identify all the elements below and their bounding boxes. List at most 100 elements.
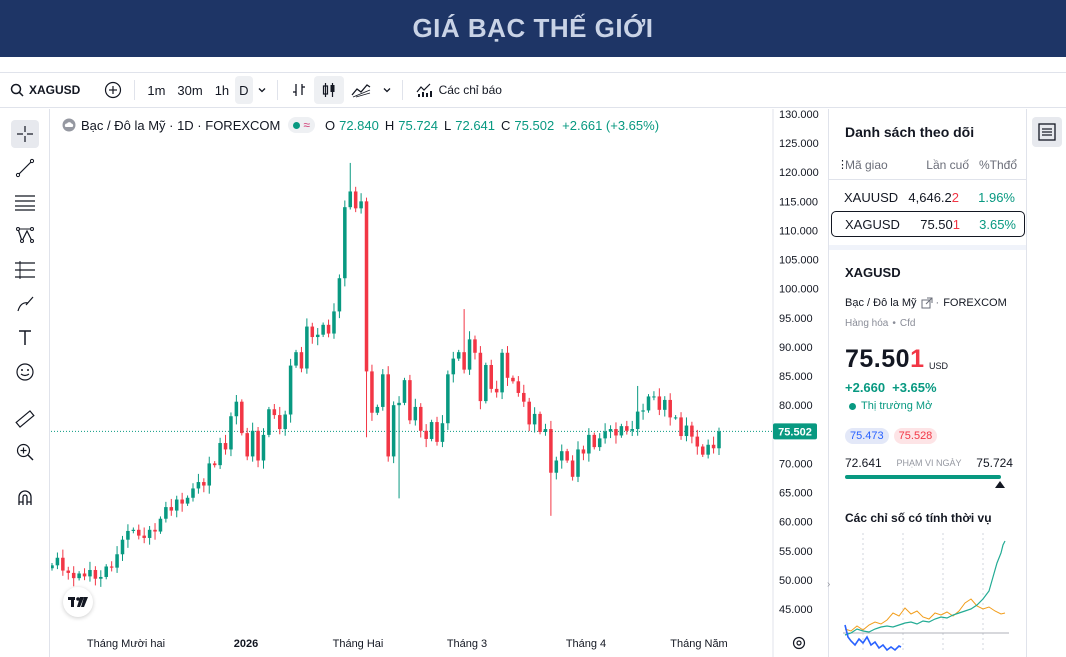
text-tool[interactable]: [11, 324, 39, 352]
candle: [353, 191, 358, 209]
divider: [401, 80, 403, 100]
y-tick-label: 110.000: [779, 225, 818, 237]
area-chart-type-button[interactable]: [344, 76, 378, 104]
watchlist-icon: [1038, 123, 1056, 141]
indicators-button[interactable]: Các chỉ báo: [409, 76, 508, 104]
candle: [397, 402, 401, 406]
interval-1d[interactable]: D: [235, 76, 253, 104]
candle: [250, 430, 255, 457]
chart-settings-button[interactable]: [791, 635, 807, 651]
detail-description[interactable]: Bạc / Đô la Mỹ: [845, 297, 917, 309]
range-label: PHẠM VI NGÀY: [896, 458, 962, 468]
candle: [218, 443, 222, 466]
pattern-tool[interactable]: [11, 221, 39, 249]
market-status[interactable]: Thị trường Mở: [861, 400, 932, 412]
interval-dropdown[interactable]: [253, 76, 271, 104]
range-position-marker: [995, 481, 1005, 488]
day-range-bar: [845, 475, 1001, 479]
candle: [120, 539, 125, 555]
column-last[interactable]: Lần cuố: [907, 158, 969, 172]
candle: [391, 405, 396, 457]
column-change[interactable]: %Thđổ: [969, 158, 1017, 172]
candle: [82, 573, 87, 577]
detail-currency: USD: [928, 361, 948, 371]
y-tick-label: 85.000: [779, 371, 813, 383]
compare-symbol-button[interactable]: [98, 76, 128, 104]
y-tick-label: 70.000: [779, 458, 813, 470]
horizontal-lines-tool[interactable]: [11, 188, 39, 216]
seasonal-chart[interactable]: [843, 533, 1013, 653]
candle: [592, 434, 597, 448]
candle: [527, 401, 531, 425]
candle: [467, 339, 472, 370]
interval-1h[interactable]: 1h: [209, 76, 235, 104]
x-tick-label: Tháng Hai: [333, 638, 384, 650]
column-symbol[interactable]: Mã giao: [845, 158, 907, 172]
candle: [500, 352, 504, 393]
detail-symbol: XAGUSD: [845, 265, 901, 280]
panel-collapse-handle[interactable]: ›: [827, 579, 835, 603]
indicators-label: Các chỉ báo: [438, 83, 502, 97]
crosshair-tool[interactable]: [11, 120, 39, 148]
detail-price-main: 75.50: [845, 345, 911, 373]
text-icon: [19, 330, 31, 345]
detail-change-pct: +3.65%: [892, 380, 937, 395]
live-status-badge[interactable]: ≈: [288, 117, 315, 133]
right-sidebar: [1026, 109, 1066, 657]
ohlc-high: 75.724: [398, 117, 439, 133]
chart-type-dropdown[interactable]: [378, 76, 396, 104]
interval-label: 1h: [214, 82, 230, 98]
bid-ask-row: 75.473 75.528: [845, 428, 942, 444]
symbol-description[interactable]: Bạc / Đô la Mỹ · 1D · FOREXCOM: [81, 118, 280, 133]
interval-1m[interactable]: 1m: [141, 76, 171, 104]
external-link-icon[interactable]: [921, 297, 933, 309]
candle: [597, 438, 602, 448]
candle: [413, 406, 418, 421]
magnet-tool[interactable]: [11, 484, 39, 512]
chart-canvas[interactable]: 130.000 125.000 120.000 115.000 110.000 105.0…: [51, 109, 827, 657]
fib-tool[interactable]: [11, 256, 39, 284]
candle: [559, 451, 564, 461]
watchlist-row-xauusd[interactable]: XAUUSD 4,646.22 1.96%: [831, 184, 1025, 210]
candle: [706, 444, 710, 455]
watchlist-row-xagusd[interactable]: XAGUSD 75.501 3.65%: [831, 211, 1025, 237]
detail-price-row: 75.50 1 USD: [845, 345, 948, 374]
y-tick-label: 45.000: [779, 604, 813, 616]
brush-tool[interactable]: [11, 290, 39, 318]
watchlist-panel: Danh sách theo dõi ⋮ Mã giao Lần cuố %Th…: [827, 109, 1027, 657]
column-handle-icon[interactable]: ⋮: [837, 158, 848, 172]
interval-label: 1m: [147, 82, 166, 98]
candle: [51, 565, 54, 569]
tradingview-logo[interactable]: [63, 587, 93, 617]
candle: [554, 460, 559, 473]
seasonal-title[interactable]: Các chỉ số có tính thời vụ: [845, 511, 992, 525]
candle: [104, 566, 108, 577]
candle: [147, 529, 152, 538]
candle: [283, 414, 287, 430]
price-chart[interactable]: 130.000 125.000 120.000 115.000 110.000 105.0…: [51, 109, 827, 657]
emoji-tool[interactable]: [11, 358, 39, 386]
indicators-icon: [416, 83, 432, 97]
watchlist-toggle-button[interactable]: [1032, 117, 1062, 147]
cloud-icon[interactable]: [61, 118, 77, 132]
candle: [61, 557, 65, 571]
zoom-tool[interactable]: [11, 438, 39, 466]
candle: [267, 409, 271, 435]
interval-label: D: [239, 82, 249, 98]
candles-chart-type-button[interactable]: [313, 76, 344, 104]
candles-icon: [322, 83, 335, 97]
measure-tool[interactable]: [11, 405, 39, 433]
interval-30m[interactable]: 30m: [171, 76, 208, 104]
candle: [532, 413, 537, 425]
detail-exchange[interactable]: FOREXCOM: [943, 297, 1007, 309]
candle: [641, 410, 645, 412]
zoom-in-icon: [16, 443, 34, 461]
bid-price-badge: 75.473: [845, 428, 889, 444]
bar-chart-type-button[interactable]: [284, 76, 314, 104]
trend-line-tool[interactable]: [11, 154, 39, 182]
candle: [343, 207, 347, 279]
symbol-search-button[interactable]: XAGUSD: [0, 76, 86, 104]
candle: [88, 569, 92, 577]
candle: [522, 392, 526, 402]
candle: [408, 380, 412, 421]
